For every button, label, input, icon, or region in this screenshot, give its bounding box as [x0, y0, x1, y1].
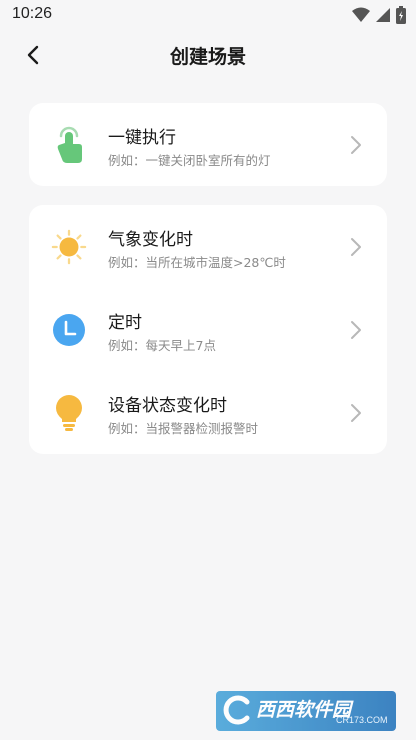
- tap-hand-icon: [51, 126, 87, 163]
- option-device-state-change[interactable]: 设备状态变化时 例如：当报警器检测报警时: [29, 371, 387, 454]
- option-subtitle: 例如：当所在城市温度>28℃时: [108, 255, 286, 270]
- option-timer[interactable]: 定时 例如：每天早上7点: [29, 288, 387, 371]
- auto-trigger-card: 气象变化时 例如：当所在城市温度>28℃时 定时 例如：每天早上7点 设备状态变…: [29, 205, 387, 454]
- status-time: 10:26: [12, 5, 53, 22]
- page-title: 创建场景: [169, 46, 246, 68]
- watermark-sub: CR173.COM: [336, 715, 388, 725]
- option-title: 设备状态变化时: [108, 396, 227, 416]
- watermark-c-icon: [223, 695, 250, 725]
- option-title: 气象变化时: [108, 230, 193, 250]
- chevron-right-icon: [351, 136, 361, 154]
- battery-icon: [396, 6, 406, 24]
- option-subtitle: 例如：一键关闭卧室所有的灯: [108, 153, 271, 168]
- chevron-right-icon: [351, 321, 361, 339]
- option-weather-change[interactable]: 气象变化时 例如：当所在城市温度>28℃时: [29, 205, 387, 288]
- status-icons: [352, 6, 406, 24]
- chevron-right-icon: [351, 238, 361, 256]
- lightbulb-icon: [51, 395, 87, 431]
- manual-trigger-card: 一键执行 例如：一键关闭卧室所有的灯: [29, 103, 387, 186]
- sun-icon: [51, 229, 87, 265]
- watermark-logo: 西西软件园 CR173.COM: [216, 691, 396, 731]
- wifi-icon: [352, 7, 370, 22]
- option-subtitle: 例如：当报警器检测报警时: [108, 421, 259, 436]
- option-subtitle: 例如：每天早上7点: [108, 338, 216, 353]
- option-title: 一键执行: [108, 128, 176, 148]
- chevron-right-icon: [351, 404, 361, 422]
- option-one-tap-execute[interactable]: 一键执行 例如：一键关闭卧室所有的灯: [29, 103, 387, 186]
- option-title: 定时: [108, 313, 142, 333]
- status-bar: 10:26: [0, 0, 416, 30]
- cellular-signal-icon: [376, 8, 390, 22]
- app-header: 创建场景: [0, 30, 416, 80]
- clock-icon: [51, 312, 87, 348]
